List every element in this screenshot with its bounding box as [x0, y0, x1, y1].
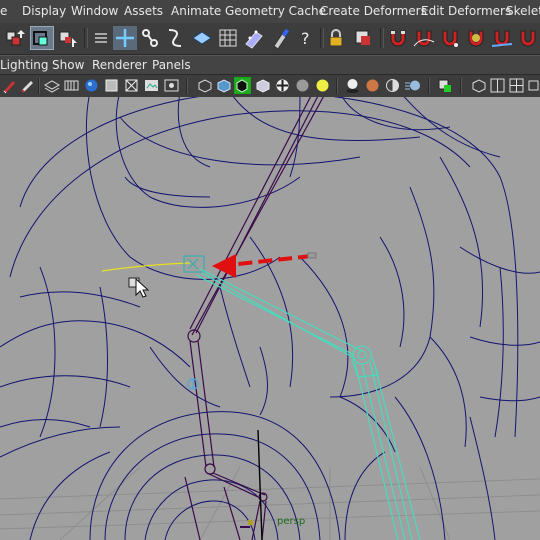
textured-cube-icon[interactable]: [254, 77, 271, 94]
bookmark-icon[interactable]: [18, 77, 35, 94]
magnet-surface-icon[interactable]: [490, 26, 514, 50]
menu-create-deformers[interactable]: Create Deformers: [320, 0, 427, 23]
motion-blur-icon[interactable]: [404, 77, 421, 94]
menu-animate[interactable]: Animate: [171, 0, 221, 23]
xray-icon[interactable]: [123, 77, 140, 94]
wireframe-on-shaded-icon[interactable]: [234, 77, 251, 94]
selected-joint-chain[interactable]: [183, 255, 421, 540]
main-menubar: e Display Window Assets Animate Geometry…: [0, 0, 540, 24]
status-line: ?: [0, 23, 540, 55]
magnet-grid-icon[interactable]: [386, 26, 410, 50]
four-pane-icon[interactable]: [508, 77, 525, 94]
menu-geometry-cache[interactable]: Geometry Cache: [225, 0, 326, 23]
panel-menubar: Lighting Show Renderer Panels: [0, 55, 540, 75]
viewport-canvas[interactable]: [0, 97, 540, 540]
mouse-cursor: [128, 277, 150, 298]
menu-display[interactable]: Display: [22, 0, 66, 23]
floor-grid: [0, 466, 540, 540]
two-pane-icon[interactable]: [489, 77, 506, 94]
shelf-separator: [84, 28, 88, 48]
upper-bone-chain[interactable]: [189, 97, 326, 336]
panel-menu-lighting[interactable]: Lighting: [0, 56, 49, 75]
film-gate-icon[interactable]: [63, 77, 80, 94]
magnet-point-icon[interactable]: [438, 26, 462, 50]
magnet-curve-icon[interactable]: [412, 26, 436, 50]
lock-icon[interactable]: [324, 26, 348, 50]
menu-edit[interactable]: e: [0, 0, 7, 23]
panel-separator: [460, 78, 462, 94]
magnet-live-icon[interactable]: [516, 26, 540, 50]
shelf-separator: [380, 28, 384, 48]
menu-skeleton[interactable]: Skeleto: [506, 0, 540, 23]
ao-icon[interactable]: [364, 77, 381, 94]
cluster-icon[interactable]: [242, 26, 266, 50]
shadow-icon[interactable]: [344, 77, 361, 94]
joint-icon[interactable]: [138, 26, 162, 50]
camera-name-label: persp: [277, 516, 306, 527]
paint-icon[interactable]: [268, 26, 292, 50]
ik-handle-icon[interactable]: [163, 26, 187, 50]
flat-shade-icon[interactable]: [103, 77, 120, 94]
lasso-icon[interactable]: [89, 26, 113, 50]
panel-toolbar: [0, 74, 540, 98]
select-camera-icon[interactable]: [437, 77, 454, 94]
camera-attributes-icon[interactable]: [1, 77, 18, 94]
default-light-icon[interactable]: [314, 77, 331, 94]
menu-assets[interactable]: Assets: [124, 0, 163, 23]
magnet-view-icon[interactable]: [464, 26, 488, 50]
lattice-icon[interactable]: [216, 26, 240, 50]
panel-overflow-icon[interactable]: [527, 77, 540, 94]
select-object-icon[interactable]: [30, 26, 54, 50]
panel-menu-panels[interactable]: Panels: [152, 56, 191, 75]
menu-window[interactable]: Window: [71, 0, 118, 23]
wireframe-icon[interactable]: [43, 77, 61, 94]
character-wireframe-mesh: [0, 97, 540, 540]
checker-icon[interactable]: [274, 77, 291, 94]
panel-separator: [428, 78, 430, 94]
perspective-viewport[interactable]: persp: [0, 97, 540, 540]
panel-menu-show[interactable]: Show: [52, 56, 84, 75]
move-icon[interactable]: [113, 26, 137, 50]
panel-menu-renderer[interactable]: Renderer: [92, 56, 147, 75]
child-joint[interactable]: [187, 378, 199, 390]
locator-line: [257, 429, 263, 540]
plane-icon[interactable]: [190, 26, 214, 50]
menu-edit-deformers[interactable]: Edit Deformers: [421, 0, 511, 23]
view-cube-icon[interactable]: [470, 77, 487, 94]
shaded-cube-icon[interactable]: [215, 77, 232, 94]
panel-separator: [336, 78, 338, 94]
select-hierarchy-icon[interactable]: [4, 26, 28, 50]
half-sphere-icon[interactable]: [384, 77, 401, 94]
smooth-shade-icon[interactable]: [83, 77, 100, 94]
svg-text:?: ?: [301, 29, 310, 48]
isolate-select-icon[interactable]: [196, 77, 213, 94]
texture-icon[interactable]: [143, 77, 160, 94]
panel-separator: [186, 78, 188, 94]
lights-icon[interactable]: [163, 77, 180, 94]
gray-sphere-icon[interactable]: [294, 77, 311, 94]
select-component-icon[interactable]: [56, 26, 80, 50]
help-icon[interactable]: ?: [294, 26, 318, 50]
snap-toggle-icon[interactable]: [352, 26, 376, 50]
panel-separator: [38, 78, 40, 94]
